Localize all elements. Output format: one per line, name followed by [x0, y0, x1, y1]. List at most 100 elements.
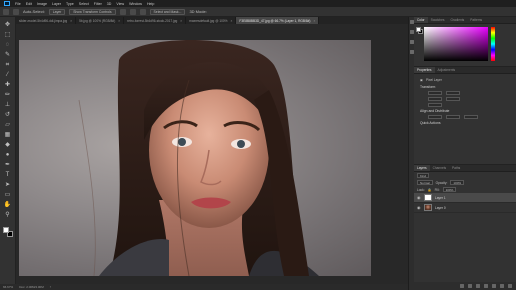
doc-tab[interactable]: retro-forrest-5b4d96-stock-2017.jpg × — [124, 17, 187, 24]
transform-section[interactable]: Transform — [420, 85, 510, 89]
character-icon[interactable] — [409, 40, 414, 44]
menu-image[interactable]: Image — [37, 2, 47, 6]
layer-row[interactable]: ◉ Layer 1 — [414, 193, 516, 203]
quick-actions-section[interactable]: Quick Actions — [420, 121, 510, 125]
zoom-level[interactable]: 66.67% — [3, 285, 13, 289]
mask-icon[interactable] — [476, 284, 480, 288]
menu-select[interactable]: Select — [79, 2, 89, 6]
stamp-icon[interactable]: ⊥ — [4, 101, 12, 108]
align-left-icon[interactable] — [119, 8, 126, 15]
menu-type[interactable]: Type — [66, 2, 74, 6]
align-section[interactable]: Align and Distribute — [420, 109, 510, 113]
tab-properties[interactable]: Properties — [414, 67, 435, 73]
tab-paths[interactable]: Paths — [449, 165, 463, 171]
height-field[interactable] — [446, 91, 460, 95]
brush-settings-icon[interactable] — [409, 30, 414, 34]
move-icon[interactable]: ✥ — [4, 21, 12, 28]
close-icon[interactable]: × — [180, 19, 182, 23]
adjustment-icon[interactable] — [484, 284, 488, 288]
fg-bg-swatch[interactable] — [416, 27, 423, 34]
align-center-icon[interactable] — [129, 8, 136, 15]
tab-gradients[interactable]: Gradients — [447, 17, 467, 23]
folder-icon[interactable] — [492, 284, 496, 288]
brush-icon[interactable]: ✏ — [4, 91, 12, 98]
eye-icon[interactable]: ◉ — [417, 195, 421, 200]
tab-patterns[interactable]: Patterns — [467, 17, 485, 23]
align-right-icon[interactable] — [139, 8, 146, 15]
blend-mode-dropdown[interactable]: Normal — [417, 180, 433, 185]
pen-icon[interactable]: ✒ — [4, 161, 12, 168]
link-icon[interactable] — [460, 284, 464, 288]
gradient-icon[interactable]: ▦ — [4, 131, 12, 138]
healing-icon[interactable]: ✚ — [4, 81, 12, 88]
hand-icon[interactable]: ✋ — [4, 201, 12, 208]
align-button[interactable] — [446, 115, 460, 119]
dodge-icon[interactable]: ● — [4, 151, 12, 158]
width-field[interactable] — [428, 91, 442, 95]
opacity-input[interactable]: 100% — [450, 180, 465, 185]
type-icon[interactable]: T — [4, 171, 12, 178]
close-icon[interactable]: × — [118, 19, 120, 23]
eyedropper-icon[interactable]: ⁄ — [4, 71, 12, 78]
doc-tab-active[interactable]: F3E8B8BB3D_47.jpg @ 66.7% (Layer 1, RGB/… — [236, 17, 320, 24]
fx-icon[interactable] — [468, 284, 472, 288]
doc-tab[interactable]: slider-model-5b4d96-ddl-jimpa.jpg × — [16, 17, 77, 24]
x-field[interactable] — [428, 97, 442, 101]
select-and-mask-button[interactable]: Select and Mask... — [149, 8, 186, 15]
hue-slider[interactable] — [491, 27, 495, 61]
crop-icon[interactable]: ⌗ — [4, 61, 12, 68]
eye-icon[interactable]: ◉ — [417, 205, 421, 210]
history-icon[interactable] — [409, 20, 414, 24]
close-icon[interactable]: × — [313, 19, 315, 23]
foreground-color-swatch[interactable] — [2, 227, 9, 233]
history-brush-icon[interactable]: ↺ — [4, 111, 12, 118]
menu-window[interactable]: Window — [129, 2, 142, 6]
tab-adjustments[interactable]: Adjustments — [435, 67, 459, 73]
close-icon[interactable]: × — [70, 19, 72, 23]
angle-field[interactable] — [428, 103, 442, 107]
auto-select-dropdown[interactable]: Layer — [48, 8, 66, 15]
menu-help[interactable]: Help — [147, 2, 154, 6]
path-select-icon[interactable]: ➤ — [4, 181, 12, 188]
y-field[interactable] — [446, 97, 460, 101]
canvas-area[interactable] — [16, 24, 408, 284]
lasso-icon[interactable]: ◌ — [4, 41, 12, 48]
show-transform-checkbox[interactable]: Show Transform Controls — [69, 8, 116, 15]
eraser-icon[interactable]: ▱ — [4, 121, 12, 128]
foreground-color-swatch[interactable] — [416, 27, 421, 32]
lock-icon[interactable]: 🔒 — [428, 188, 432, 192]
menu-edit[interactable]: Edit — [26, 2, 32, 6]
move-tool-preset-icon[interactable] — [13, 8, 19, 15]
menu-layer[interactable]: Layer — [52, 2, 61, 6]
menu-3d[interactable]: 3D — [107, 2, 112, 6]
color-swatches[interactable] — [2, 227, 13, 237]
layer-row[interactable]: ◉ Layer 0 — [414, 203, 516, 213]
align-button[interactable] — [428, 115, 442, 119]
menu-view[interactable]: View — [116, 2, 124, 6]
tab-color[interactable]: Color — [414, 17, 428, 23]
align-button[interactable] — [464, 115, 478, 119]
tab-swatches[interactable]: Swatches — [428, 17, 448, 23]
color-picker-field[interactable] — [424, 27, 488, 61]
trash-icon[interactable] — [508, 284, 512, 288]
zoom-icon[interactable]: ⚲ — [4, 211, 12, 218]
menu-file[interactable]: File — [15, 2, 21, 6]
chevron-right-icon[interactable]: › — [50, 285, 51, 289]
paragraph-icon[interactable] — [409, 50, 414, 54]
shape-icon[interactable]: ▭ — [4, 191, 12, 198]
photoshop-logo-icon[interactable] — [4, 1, 10, 6]
menu-filter[interactable]: Filter — [94, 2, 102, 6]
home-icon[interactable] — [3, 8, 9, 15]
fill-input[interactable]: 100% — [442, 187, 457, 192]
new-layer-icon[interactable] — [500, 284, 504, 288]
kind-filter-dropdown[interactable]: Kind — [417, 173, 430, 178]
close-icon[interactable]: × — [231, 19, 233, 23]
doc-tab[interactable]: maxresdefault.jpg @ 100% × — [186, 17, 237, 24]
tab-layers[interactable]: Layers — [414, 165, 430, 171]
portrait-photo[interactable] — [19, 40, 371, 276]
blur-icon[interactable]: ◆ — [4, 141, 12, 148]
quick-select-icon[interactable]: ✎ — [4, 51, 12, 58]
doc-tab[interactable]: 5b.jpg @ 100% (RGB/8#) × — [76, 17, 125, 24]
marquee-icon[interactable]: ⬚ — [4, 31, 12, 38]
tab-channels[interactable]: Channels — [430, 165, 449, 171]
